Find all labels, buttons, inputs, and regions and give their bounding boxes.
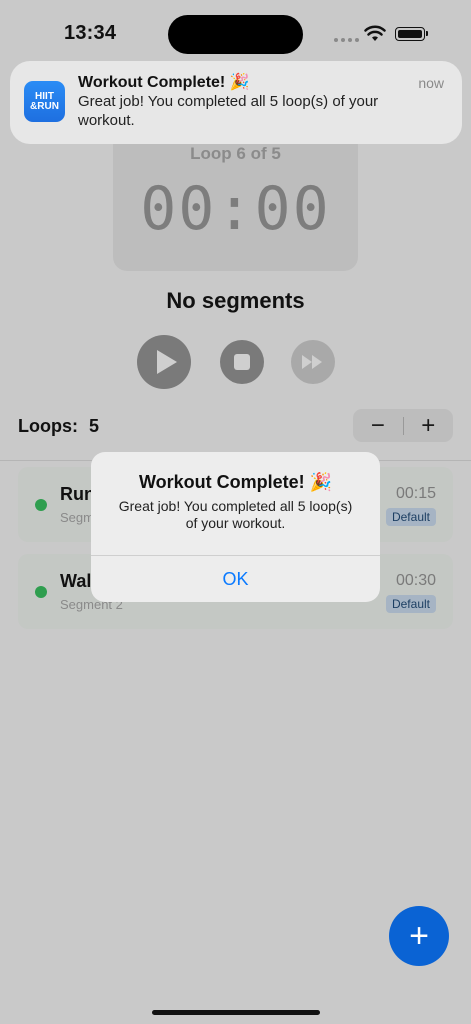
play-icon <box>156 350 177 374</box>
current-segment-title: No segments <box>166 288 305 313</box>
status-time: 13:34 <box>64 22 117 44</box>
battery-icon <box>395 27 428 41</box>
cellular-signal-icon <box>334 38 359 42</box>
notification-body: Great job! You completed all 5 loop(s) o… <box>78 93 379 129</box>
stop-icon <box>234 354 250 370</box>
dynamic-island <box>168 15 303 54</box>
segment-name: Run <box>60 484 95 504</box>
timer-card: Loop 6 of 5 00:00 <box>113 132 358 271</box>
skip-forward-button[interactable] <box>291 340 335 384</box>
alert-ok-button[interactable]: OK <box>91 556 380 602</box>
fast-forward-icon <box>302 355 322 369</box>
loop-counter: Loop 6 of 5 <box>190 144 281 163</box>
loops-label-text: Loops: <box>18 416 78 436</box>
wifi-icon <box>364 25 386 41</box>
alert-title: Workout Complete! 🎉 <box>138 472 333 492</box>
home-indicator <box>152 1010 320 1015</box>
segment-duration: 00:15 <box>395 485 436 502</box>
notification-time: now <box>418 75 444 91</box>
app-icon: HIIT &RUN <box>24 81 65 122</box>
plus-icon: + <box>409 916 429 955</box>
loops-value: 5 <box>89 416 100 436</box>
play-button[interactable] <box>137 335 191 389</box>
status-dot-icon <box>35 586 47 598</box>
alert-message: Great job! You completed all 5 loop(s) o… <box>118 498 353 531</box>
loops-label: Loops: 5 <box>18 416 99 437</box>
segment-badge: Default <box>385 508 436 526</box>
workout-complete-alert: Workout Complete! 🎉 Great job! You compl… <box>91 452 380 602</box>
add-segment-button[interactable]: + <box>389 906 449 966</box>
notification-banner[interactable]: HIIT &RUN Workout Complete! 🎉 now Great … <box>10 61 462 144</box>
segment-duration: 00:30 <box>395 572 436 589</box>
status-dot-icon <box>35 499 47 511</box>
stop-button[interactable] <box>220 340 264 384</box>
app-icon-text: HIIT &RUN <box>30 90 59 112</box>
increment-loops-button[interactable]: + <box>404 409 454 442</box>
segment-badge: Default <box>385 595 436 613</box>
decrement-loops-button[interactable]: − <box>353 409 403 442</box>
timer-display: 00:00 <box>140 174 331 244</box>
loops-stepper: − + <box>353 409 453 442</box>
notification-title: Workout Complete! 🎉 <box>78 74 250 91</box>
